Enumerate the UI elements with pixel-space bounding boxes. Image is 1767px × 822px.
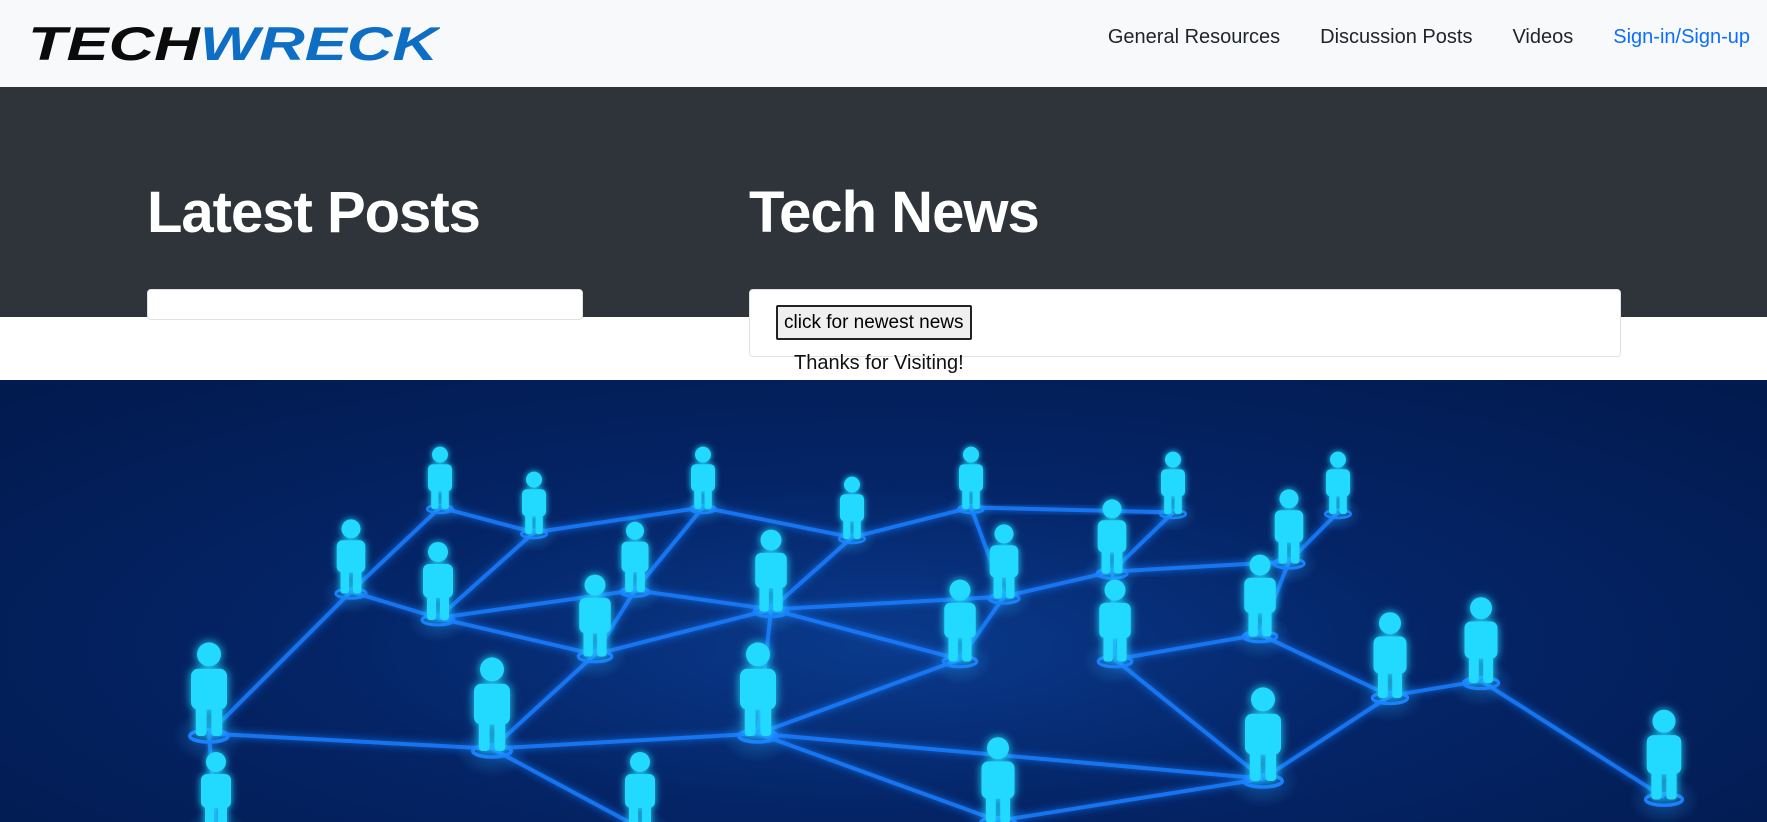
connection-line xyxy=(207,590,353,736)
connection-line xyxy=(1479,679,1666,799)
person-icon xyxy=(1149,451,1197,532)
person-icon xyxy=(828,476,876,557)
connection-line xyxy=(757,731,999,822)
person-icon xyxy=(612,752,668,822)
logo-wordmark: TECH WRECK xyxy=(28,20,440,68)
latest-posts-card xyxy=(147,289,583,320)
person-icon xyxy=(188,752,244,822)
nav-signin-signup[interactable]: Sign-in/Sign-up xyxy=(1613,26,1750,49)
tech-news-card: click for newest news xyxy=(749,289,1621,357)
person-icon xyxy=(1629,709,1699,822)
logo-part-wreck: WRECK xyxy=(200,20,440,68)
latest-posts-title: Latest Posts xyxy=(147,180,481,245)
person-icon xyxy=(173,642,245,763)
connection-line xyxy=(208,731,493,751)
network-illustration xyxy=(173,446,1699,822)
nav-general-resources[interactable]: General Resources xyxy=(1108,26,1280,49)
network-people xyxy=(173,446,1699,822)
hero-network-image xyxy=(0,380,1767,822)
navbar: TECH WRECK General Resources Discussion P… xyxy=(0,0,1767,87)
tech-news-title: Tech News xyxy=(749,180,1040,245)
person-icon xyxy=(1227,687,1299,808)
person-icon xyxy=(947,446,995,527)
techwreck-logo[interactable]: TECH WRECK xyxy=(26,20,440,68)
person-icon xyxy=(722,642,794,763)
connection-line xyxy=(491,731,759,751)
svg-text:TECHWRECK: TECH WRECK xyxy=(28,20,440,68)
nav-videos[interactable]: Videos xyxy=(1512,26,1573,49)
thanks-message: Thanks for Visiting! xyxy=(794,352,964,374)
nav-links: General Resources Discussion Posts Video… xyxy=(1068,26,1750,49)
person-icon xyxy=(510,471,558,552)
person-icon xyxy=(679,446,727,527)
newest-news-button[interactable]: click for newest news xyxy=(776,305,972,340)
person-icon xyxy=(416,446,464,527)
person-icon xyxy=(739,529,803,635)
person-icon xyxy=(456,657,528,778)
person-icon xyxy=(965,737,1031,822)
connection-line xyxy=(997,776,1264,822)
person-icon xyxy=(1314,451,1362,532)
nav-discussion-posts[interactable]: Discussion Posts xyxy=(1320,26,1472,49)
person-icon xyxy=(322,519,380,615)
person-icon xyxy=(1083,579,1147,685)
person-icon xyxy=(1448,597,1514,708)
logo-part-tech: TECH xyxy=(28,20,201,68)
person-icon xyxy=(408,542,468,642)
connection-line xyxy=(533,505,704,535)
person-icon xyxy=(1357,612,1423,723)
connection-line xyxy=(970,505,1174,515)
